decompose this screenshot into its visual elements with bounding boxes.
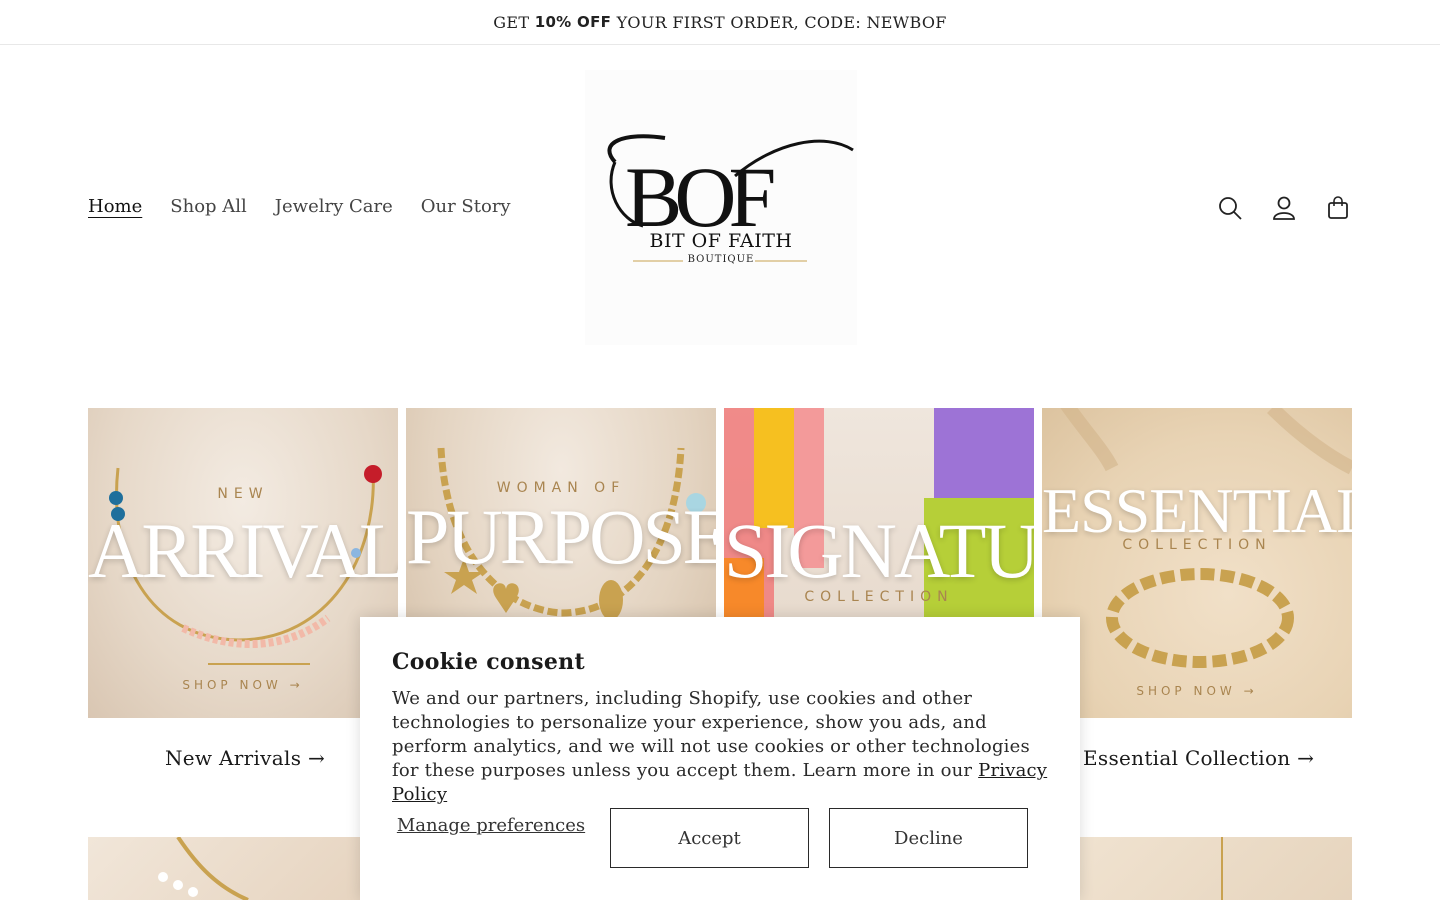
bracelet-image bbox=[1060, 408, 1352, 668]
logo-name: BIT OF FAITH bbox=[649, 230, 793, 252]
caption-label: New Arrivals bbox=[165, 746, 302, 770]
announcement-discount: 10% OFF bbox=[534, 13, 612, 31]
pendant-necklace-image bbox=[1221, 837, 1223, 900]
shop-now-label: SHOP NOW bbox=[1136, 684, 1236, 698]
shop-now-label: SHOP NOW bbox=[182, 678, 282, 692]
tile-shop-now: SHOP NOW → bbox=[88, 678, 398, 692]
arrow-right-icon: → bbox=[307, 746, 325, 770]
tile-title: SIGNATURE bbox=[724, 507, 1034, 594]
account-icon[interactable] bbox=[1270, 194, 1298, 222]
accept-button[interactable]: Accept bbox=[610, 808, 809, 868]
cart-icon[interactable] bbox=[1324, 194, 1352, 222]
site-logo[interactable]: BOF BIT OF FAITH BOUTIQUE bbox=[585, 70, 857, 345]
search-icon[interactable] bbox=[1216, 194, 1244, 222]
collection-link-new-arrivals[interactable]: New Arrivals → bbox=[165, 746, 325, 770]
cookie-body: We and our partners, including Shopify, … bbox=[392, 687, 1052, 807]
header-icons bbox=[1216, 194, 1352, 222]
arrow-right-icon: → bbox=[1297, 746, 1315, 770]
tile-overline: NEW bbox=[217, 486, 269, 502]
logo-monogram: BOF bbox=[607, 134, 854, 262]
collection-tile-new-arrivals[interactable]: NEW ARRIVALS SHOP NOW → bbox=[88, 408, 398, 718]
caption-label: Essential Collection bbox=[1083, 746, 1291, 770]
nav-shop-all[interactable]: Shop All bbox=[170, 196, 247, 217]
cookie-consent-dialog: Cookie consent We and our partners, incl… bbox=[360, 617, 1080, 900]
nav-our-story[interactable]: Our Story bbox=[421, 196, 511, 217]
pearl-necklace-image bbox=[158, 837, 249, 900]
collection-tile-row2-4[interactable] bbox=[1042, 837, 1352, 900]
announcement-suffix: YOUR FIRST ORDER, CODE: NEWBOF bbox=[611, 12, 947, 32]
tile-shop-now: SHOP NOW → bbox=[1042, 684, 1352, 698]
collection-tile-row2-1[interactable] bbox=[88, 837, 398, 900]
collection-link-essential[interactable]: Essential Collection → bbox=[1083, 746, 1314, 770]
announcement-prefix: GET bbox=[493, 12, 535, 32]
logo-subtitle: BOUTIQUE bbox=[687, 254, 755, 265]
cookie-title: Cookie consent bbox=[392, 649, 585, 675]
arrow-right-icon: → bbox=[1243, 684, 1258, 698]
manage-preferences-link[interactable]: Manage preferences bbox=[392, 815, 590, 837]
decline-button[interactable]: Decline bbox=[829, 808, 1028, 868]
tile-underline: COLLECTION bbox=[1122, 537, 1272, 553]
nav-home[interactable]: Home bbox=[88, 196, 142, 217]
announcement-bar: GET 10% OFF YOUR FIRST ORDER, CODE: NEWB… bbox=[0, 0, 1440, 45]
tile-title: ARRIVALS bbox=[88, 507, 398, 594]
arrow-right-icon: → bbox=[289, 678, 304, 692]
collection-tile-essential[interactable]: ESSENTIAL COLLECTION SHOP NOW → bbox=[1042, 408, 1352, 718]
nav-jewelry-care[interactable]: Jewelry Care bbox=[275, 196, 393, 217]
tile-title: PURPOSE bbox=[406, 493, 716, 580]
main-navigation: Home Shop All Jewelry Care Our Story bbox=[88, 196, 511, 217]
cookie-body-text: We and our partners, including Shopify, … bbox=[392, 688, 1030, 781]
tile-underline: COLLECTION bbox=[804, 589, 954, 605]
